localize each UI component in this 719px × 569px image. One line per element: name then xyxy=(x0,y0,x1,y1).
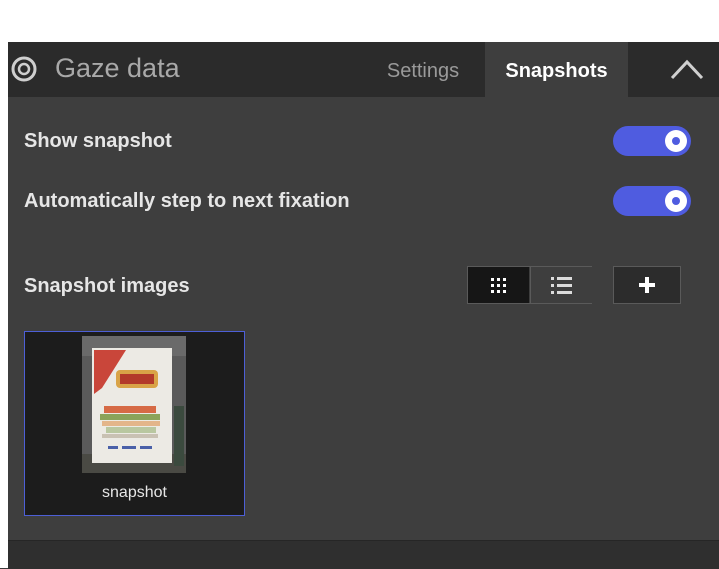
list-icon xyxy=(551,277,572,294)
toggle-knob xyxy=(665,190,687,212)
snapshot-label: snapshot xyxy=(102,484,167,501)
gaze-data-panel: Gaze data Settings Snapshots Show snapsh… xyxy=(8,42,719,540)
target-icon xyxy=(11,56,37,82)
chevron-up-icon[interactable] xyxy=(668,52,706,86)
panel-title: Gaze data xyxy=(55,53,180,83)
view-mode-toggle xyxy=(467,266,592,304)
snapshot-images-label: Snapshot images xyxy=(24,275,190,297)
auto-step-toggle[interactable] xyxy=(613,186,691,216)
auto-step-label: Automatically step to next fixation xyxy=(24,190,350,212)
panel-footer xyxy=(8,540,719,569)
show-snapshot-label: Show snapshot xyxy=(24,130,172,152)
show-snapshot-toggle[interactable] xyxy=(613,126,691,156)
add-snapshot-button[interactable] xyxy=(613,266,681,304)
tab-settings[interactable]: Settings xyxy=(373,42,473,97)
left-gutter xyxy=(0,42,8,568)
toggle-knob-dot xyxy=(672,197,680,205)
grid-icon xyxy=(491,278,506,293)
list-view-button[interactable] xyxy=(530,267,592,303)
plus-icon xyxy=(639,277,655,293)
toggle-knob-dot xyxy=(672,137,680,145)
snapshot-thumbnail[interactable]: snapshot xyxy=(24,331,245,516)
toggle-knob xyxy=(665,130,687,152)
window-top-strip xyxy=(0,0,719,42)
panel-header: Gaze data Settings Snapshots xyxy=(8,42,719,97)
snapshot-image xyxy=(82,336,186,473)
tab-snapshots[interactable]: Snapshots xyxy=(485,42,628,97)
grid-view-button[interactable] xyxy=(468,267,529,303)
